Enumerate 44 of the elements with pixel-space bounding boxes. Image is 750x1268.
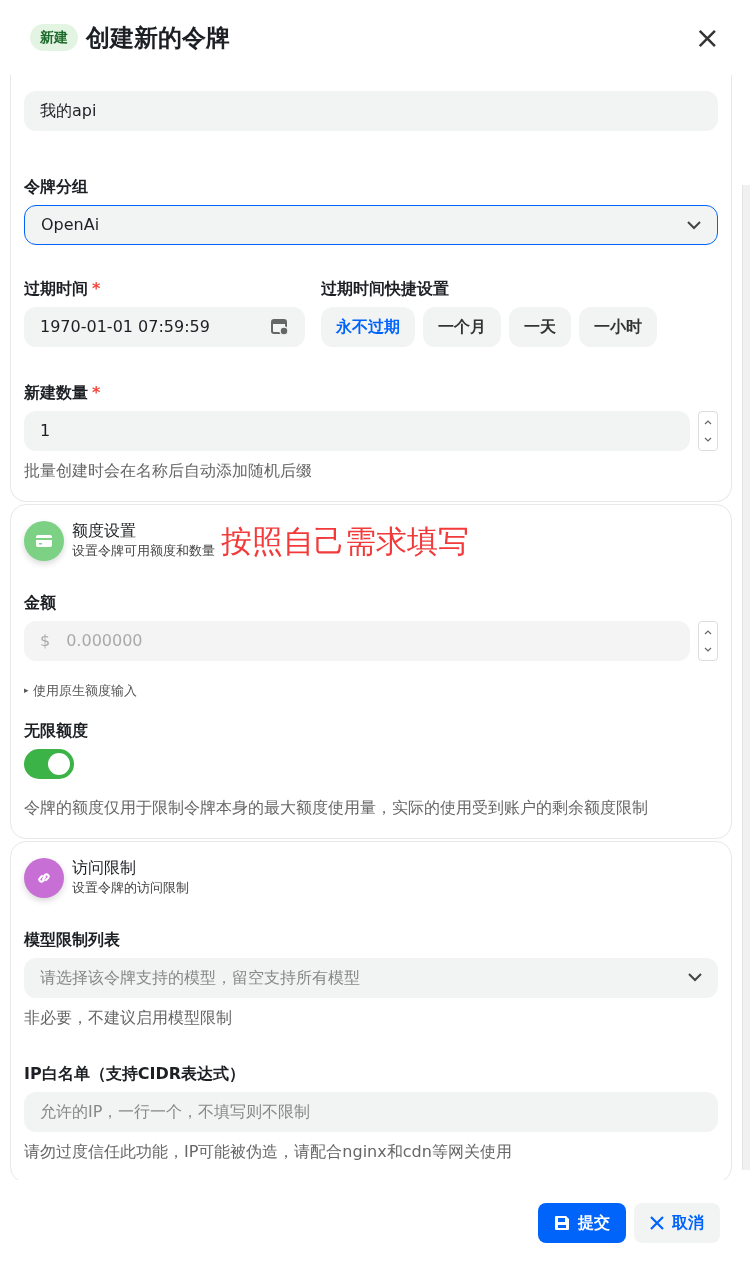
card-icon	[36, 535, 52, 547]
section-title: 访问限制	[72, 857, 137, 878]
help-text: 令牌的额度仅用于限制令牌本身的最大额度使用量，实际的使用受到账户的剩余额度限制	[24, 796, 649, 819]
raw-quota-toggle[interactable]: ▸ 使用原生额度输入	[24, 681, 718, 701]
field-label: IP白名单（支持CIDR表达式）	[24, 1063, 245, 1083]
close-button[interactable]: ×	[688, 22, 726, 53]
section-subtitle: 设置令牌的访问限制	[72, 878, 189, 897]
field-label: 无限额度	[24, 720, 88, 740]
field-label: 新建数量	[24, 383, 88, 402]
name-field[interactable]: 我的api	[24, 91, 718, 131]
spinner-control[interactable]	[698, 411, 718, 451]
help-text: 非必要，不建议启用模型限制	[24, 1006, 233, 1029]
required-mark: *	[92, 383, 101, 402]
count-field[interactable]: 1	[24, 411, 690, 451]
quick-option-button[interactable]: 一天	[509, 307, 571, 347]
annotation-text: 按照自己需求填写	[221, 525, 469, 557]
field-label: 模型限制列表	[24, 929, 120, 949]
field-label: 过期时间	[24, 279, 88, 298]
section-title: 额度设置	[72, 521, 137, 542]
help-text: 请勿过度信任此功能，IP可能被伪造，请配合nginx和cdn等网关使用	[24, 1140, 513, 1163]
cancel-button[interactable]: 取消	[634, 1203, 720, 1243]
submit-button[interactable]: 提交	[538, 1203, 626, 1243]
help-text: 批量创建时会在名称后自动添加随机后缀	[24, 460, 313, 482]
currency-symbol: $	[40, 630, 51, 652]
quick-option-button[interactable]: 永不过期	[321, 307, 415, 347]
field-label: 令牌分组	[24, 177, 88, 196]
group-select[interactable]: OpenAi	[24, 205, 718, 245]
required-mark: *	[92, 279, 101, 298]
chevron-down-icon	[687, 220, 701, 230]
quick-option-button[interactable]: 一小时	[579, 307, 657, 347]
toggle-switch[interactable]	[24, 748, 74, 779]
field-label: 金额	[24, 593, 56, 612]
scrollbar[interactable]	[742, 185, 750, 1170]
calendar-icon	[271, 318, 289, 336]
section-subtitle: 设置令牌可用额度和数量	[72, 542, 215, 561]
field-label: 过期时间快捷设置	[321, 279, 449, 298]
quick-option-button[interactable]: 一个月	[423, 307, 501, 347]
save-icon	[554, 1215, 570, 1231]
new-badge: 新建	[30, 24, 78, 51]
chevron-down-icon	[688, 973, 702, 982]
spinner-control[interactable]	[698, 621, 718, 661]
close-icon	[650, 1216, 664, 1230]
date-field[interactable]: 1970-01-01 07:59:59	[24, 307, 305, 347]
dialog-title: 创建新的令牌	[86, 22, 230, 54]
